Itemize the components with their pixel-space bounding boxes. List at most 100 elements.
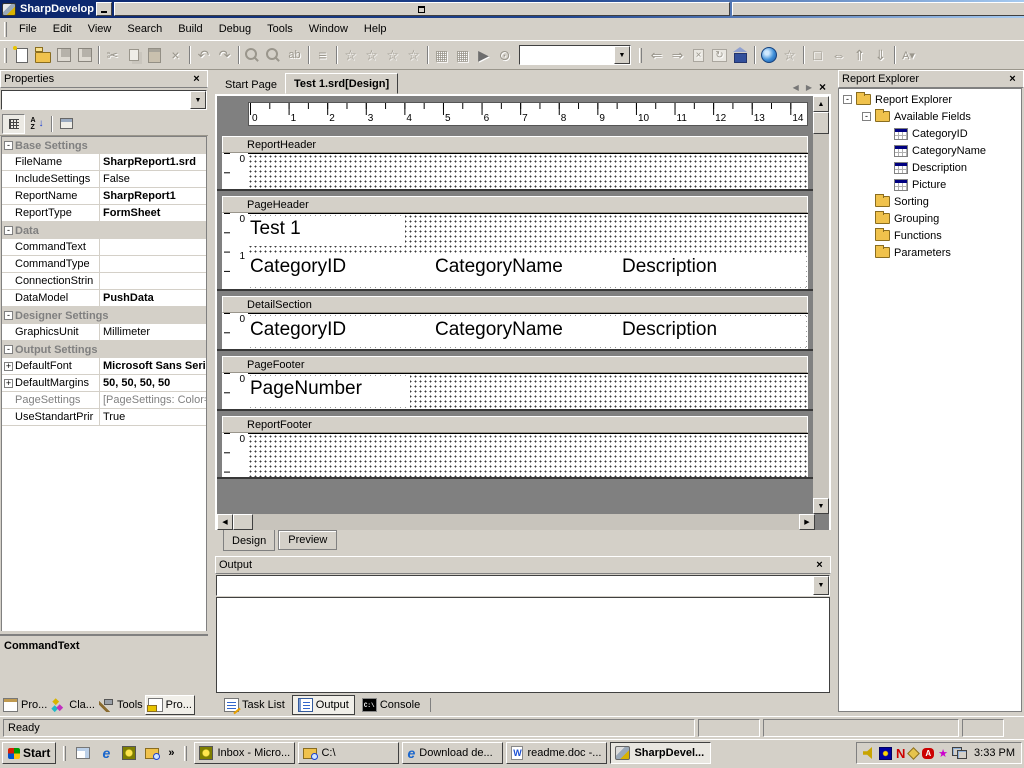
expander-icon[interactable] [862,197,871,206]
find-in-files-icon[interactable] [263,44,284,66]
quick-launch-button[interactable]: e [96,743,116,763]
tree-item[interactable]: Description [839,159,1021,176]
save-icon[interactable] [53,44,74,66]
separator[interactable] [95,44,102,66]
property-row[interactable]: ReportType FormSheet [2,205,206,222]
horizontal-scrollbar[interactable]: ◀ ▶ [217,514,815,530]
tree-item[interactable]: Grouping [839,210,1021,227]
design-surface[interactable] [248,153,808,189]
property-value[interactable]: 50, 50, 50, 50 [100,377,206,389]
separator[interactable] [751,44,758,66]
scroll-right-icon[interactable]: ▶ [799,514,815,530]
tree-item[interactable]: Parameters [839,244,1021,261]
property-value[interactable]: PushData [100,292,206,304]
scroll-down-icon[interactable]: ▼ [813,498,829,514]
view-box-icon[interactable]: □ [807,44,828,66]
bookmark-clear-icon[interactable]: ☆ [403,44,424,66]
dock-tab[interactable]: Pro... [145,695,195,715]
report-column-item[interactable]: CategoryName [435,253,563,281]
menu-item[interactable]: Build [170,19,210,39]
design-surface[interactable]: PageNumber [248,373,808,409]
property-value[interactable]: [PageSettings: Color= [100,394,206,406]
output-text-area[interactable] [216,597,830,693]
separator[interactable] [800,44,807,66]
property-value[interactable]: FormSheet [100,207,206,219]
expander-icon[interactable]: - [862,112,871,121]
chevron-down-icon[interactable] [813,576,829,595]
expander-icon[interactable] [862,231,871,240]
task-list-icon[interactable]: ≡ [312,44,333,66]
menu-grip[interactable] [4,22,7,37]
vertical-scrollbar[interactable]: ▲ ▼ [813,96,829,514]
close-panel-button[interactable] [812,559,827,572]
replace-icon[interactable]: ab [284,44,305,66]
report-column-item[interactable]: CategoryID [250,316,346,344]
property-value[interactable]: Millimeter [100,326,206,338]
expander-icon[interactable]: - [843,95,852,104]
tree-item[interactable]: CategoryID [839,125,1021,142]
scrollbar-thumb[interactable] [233,514,253,530]
taskbar-grip[interactable] [63,746,66,761]
dock-tab[interactable]: Console [357,695,425,715]
back-icon[interactable]: ⇐ [646,44,667,66]
section-header[interactable]: DetailSection [222,296,808,313]
menu-item[interactable]: Edit [45,19,80,39]
categorized-button[interactable] [2,114,25,134]
pin-button[interactable] [990,73,1005,86]
property-row[interactable]: ConnectionStrin [2,273,206,290]
tree-item[interactable]: - Available Fields [839,108,1021,125]
save-all-icon[interactable] [74,44,95,66]
open-file-icon[interactable] [32,44,53,66]
find-icon[interactable] [242,44,263,66]
stop-icon[interactable]: ⊙ [494,44,515,66]
property-row[interactable]: - Output Settings [2,341,206,358]
dock-tab[interactable]: Pro... [1,695,49,715]
expander-icon[interactable] [881,163,890,172]
property-row[interactable]: IncludeSettings False [2,171,206,188]
property-value[interactable]: False [100,173,206,185]
property-row[interactable]: DataModel PushData [2,290,206,307]
section-header[interactable]: ReportHeader [222,136,808,153]
forward-icon[interactable]: ⇒ [667,44,688,66]
browser-icon[interactable] [758,44,779,66]
dock-tab[interactable]: Output [292,695,355,715]
separator[interactable] [333,44,340,66]
taskbar-window-button[interactable]: W readme.doc -... [506,742,607,764]
tab-preview[interactable]: Preview [278,530,337,550]
page-number-item[interactable]: PageNumber [248,376,410,407]
property-row[interactable]: PageSettings [PageSettings: Color= [2,392,206,409]
stop-load-icon[interactable]: × [688,44,709,66]
separator[interactable] [305,44,312,66]
toolbar-grip[interactable] [4,48,7,63]
separator[interactable] [891,44,898,66]
scroll-left-icon[interactable]: ◀ [217,514,233,530]
tree-item[interactable]: Sorting [839,193,1021,210]
menu-item[interactable]: Window [301,19,356,39]
taskbar-window-button[interactable]: Inbox - Micro... [194,742,295,764]
scroll-up-icon[interactable]: ▲ [813,96,829,112]
tab-test1-design[interactable]: Test 1.srd[Design] [285,73,398,94]
macro-play-icon[interactable]: ▦ [452,44,473,66]
output-combobox[interactable] [216,575,830,596]
alphabetical-button[interactable] [25,114,48,134]
expander-icon[interactable] [881,129,890,138]
property-row[interactable]: UseStandartPrir True [2,409,206,426]
property-row[interactable]: - Base Settings [2,137,206,154]
refresh-icon[interactable]: ↻ [709,44,730,66]
section-header[interactable]: PageFooter [222,356,808,373]
property-row[interactable]: + DefaultFont Microsoft Sans Seri [2,358,206,375]
menu-item[interactable]: Search [119,19,170,39]
tab-start-page[interactable]: Start Page [217,75,285,94]
expander-icon[interactable]: - [4,311,13,320]
macro-record-icon[interactable]: ▦ [431,44,452,66]
property-row[interactable]: CommandText [2,239,206,256]
taskbar-window-button[interactable]: SharpDevel... [610,742,711,764]
expander-icon[interactable] [862,214,871,223]
taskbar-window-button[interactable]: C:\ [298,742,399,764]
section-header[interactable]: ReportFooter [222,416,808,433]
expander-icon[interactable]: + [4,362,13,371]
quick-launch-button[interactable] [142,743,162,763]
dock-tab[interactable]: Task List [219,695,290,715]
menu-item[interactable]: Tools [259,19,301,39]
dock-tab[interactable]: Cla... [49,695,97,715]
